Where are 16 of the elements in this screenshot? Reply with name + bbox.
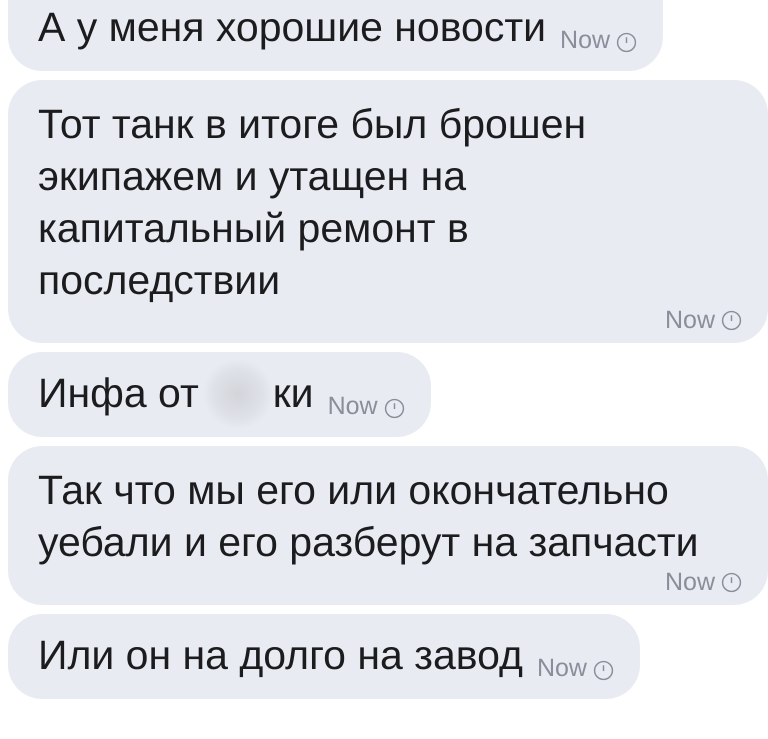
clock-icon (616, 32, 638, 53)
message-time: Now (664, 306, 715, 335)
message-time: Now (560, 26, 610, 55)
message-text: Тот танк в итоге был брошен экипажем и утащен на капитальный ремонт в последствии (38, 100, 588, 305)
message-time: Now (664, 568, 715, 597)
message-text: А у меня хорошие новости (38, 4, 546, 51)
message-text: Так что мы его или окончательно уебали и его разберут на запчасти (38, 466, 700, 567)
message-time: Now (328, 392, 378, 421)
clock-icon (721, 310, 742, 331)
message-text: Или он на долго на завод (38, 632, 523, 679)
message-time: Now (536, 654, 587, 683)
clock-icon (592, 660, 614, 681)
clock-icon (721, 572, 742, 593)
message-text: Инфа от (38, 370, 199, 417)
clock-icon (384, 398, 405, 419)
message-text: ки (272, 370, 314, 417)
